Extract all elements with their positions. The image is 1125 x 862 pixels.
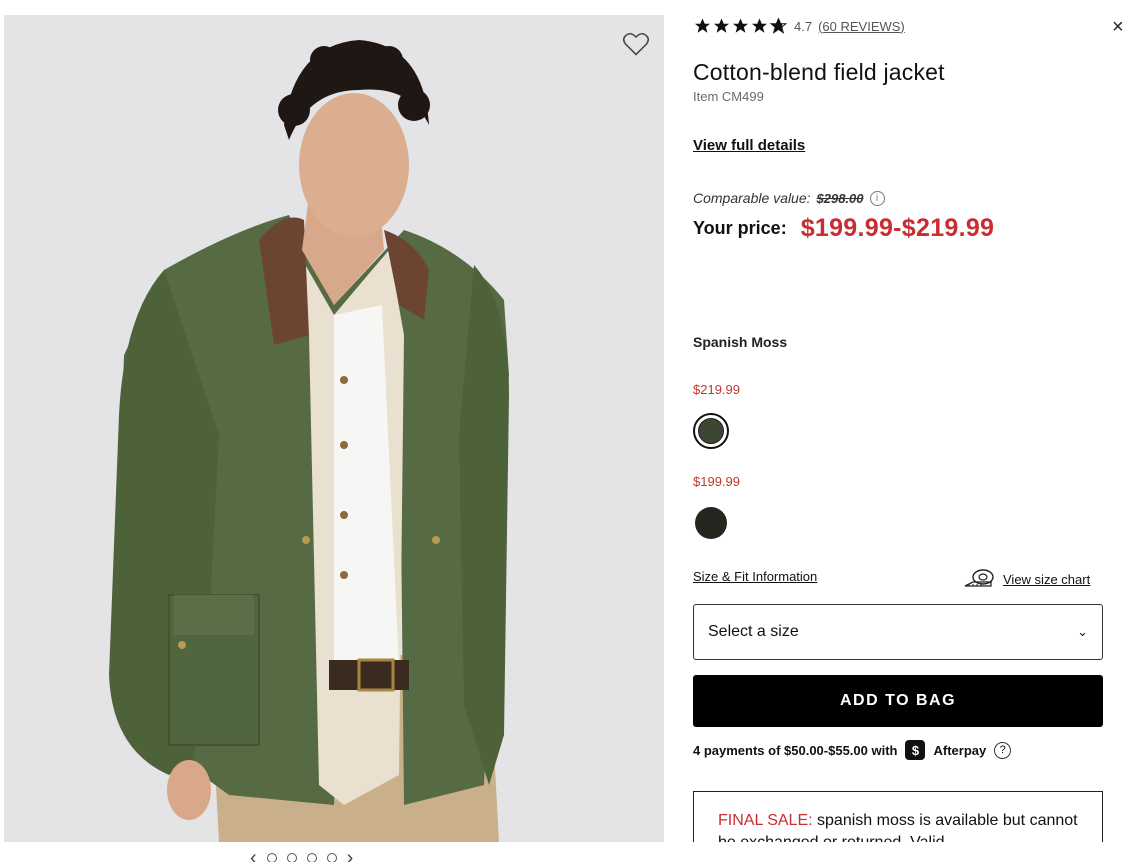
add-to-bag-button[interactable]: ADD TO BAG xyxy=(693,675,1103,727)
item-code: Item CM499 xyxy=(693,89,764,104)
size-dropdown[interactable]: Select a size ⌄ xyxy=(693,604,1103,660)
comparable-label: Comparable value: xyxy=(693,190,811,206)
swatch-fill xyxy=(698,418,724,444)
product-title: Cotton-blend field jacket xyxy=(693,59,945,85)
chevron-left-icon[interactable]: ‹ xyxy=(250,847,257,862)
afterpay-brand: Afterpay xyxy=(933,742,987,758)
rating-row: 4.7 (60 REVIEWS) xyxy=(693,17,905,35)
star-partial-icon xyxy=(769,17,788,34)
price-range: $199.99-$219.99 xyxy=(800,214,995,242)
carousel-dot[interactable] xyxy=(286,853,297,862)
chevron-down-icon: ⌄ xyxy=(1077,624,1088,639)
tape-measure-icon xyxy=(964,569,994,587)
final-sale-notice: FINAL SALE: spanish moss is available bu… xyxy=(693,791,1103,842)
comparable-value: Comparable value: $298.00 i xyxy=(693,190,885,206)
close-icon[interactable]: × xyxy=(1112,17,1125,37)
size-fit-info-link[interactable]: Size & Fit Information xyxy=(693,569,817,584)
star-icon xyxy=(695,18,710,33)
heart-icon[interactable] xyxy=(622,31,650,57)
star-rating xyxy=(693,17,788,35)
carousel-dot[interactable] xyxy=(306,853,317,862)
rating-value: 4.7 xyxy=(794,18,813,34)
your-price: Your price: $199.99-$219.99 xyxy=(693,214,994,243)
carousel-dot[interactable] xyxy=(266,853,277,862)
product-photo xyxy=(4,15,664,842)
color-swatch-black[interactable] xyxy=(695,507,727,539)
view-size-chart-link[interactable]: View size chart xyxy=(963,569,1090,589)
info-icon[interactable]: i xyxy=(869,190,885,206)
size-dropdown-value: Select a size xyxy=(708,623,799,640)
chevron-right-icon[interactable]: › xyxy=(347,847,354,862)
price-tier-label: $219.99 xyxy=(693,382,740,397)
afterpay-text: 4 payments of $50.00-$55.00 with xyxy=(693,742,898,758)
price-tier-label: $199.99 xyxy=(693,474,740,489)
carousel-dot[interactable] xyxy=(326,853,337,862)
afterpay-row: 4 payments of $50.00-$55.00 with $ After… xyxy=(693,740,1012,760)
star-icon xyxy=(714,18,729,33)
comparable-price: $298.00 xyxy=(816,190,864,206)
final-sale-label: FINAL SALE: xyxy=(718,812,813,829)
color-swatch-spanish-moss[interactable] xyxy=(693,413,729,449)
your-price-label: Your price: xyxy=(693,218,787,238)
selected-color-name: Spanish Moss xyxy=(693,334,788,350)
view-full-details-link[interactable]: View full details xyxy=(693,137,805,154)
afterpay-logo-icon: $ xyxy=(905,740,926,760)
size-chart-label: View size chart xyxy=(1003,571,1091,587)
reviews-link[interactable]: (60 REVIEWS) xyxy=(818,19,905,34)
star-icon xyxy=(752,18,767,33)
help-icon[interactable]: ? xyxy=(994,741,1012,759)
product-image-panel[interactable] xyxy=(4,15,664,842)
image-carousel-dots: ‹ › xyxy=(250,847,354,862)
star-icon xyxy=(733,18,748,33)
